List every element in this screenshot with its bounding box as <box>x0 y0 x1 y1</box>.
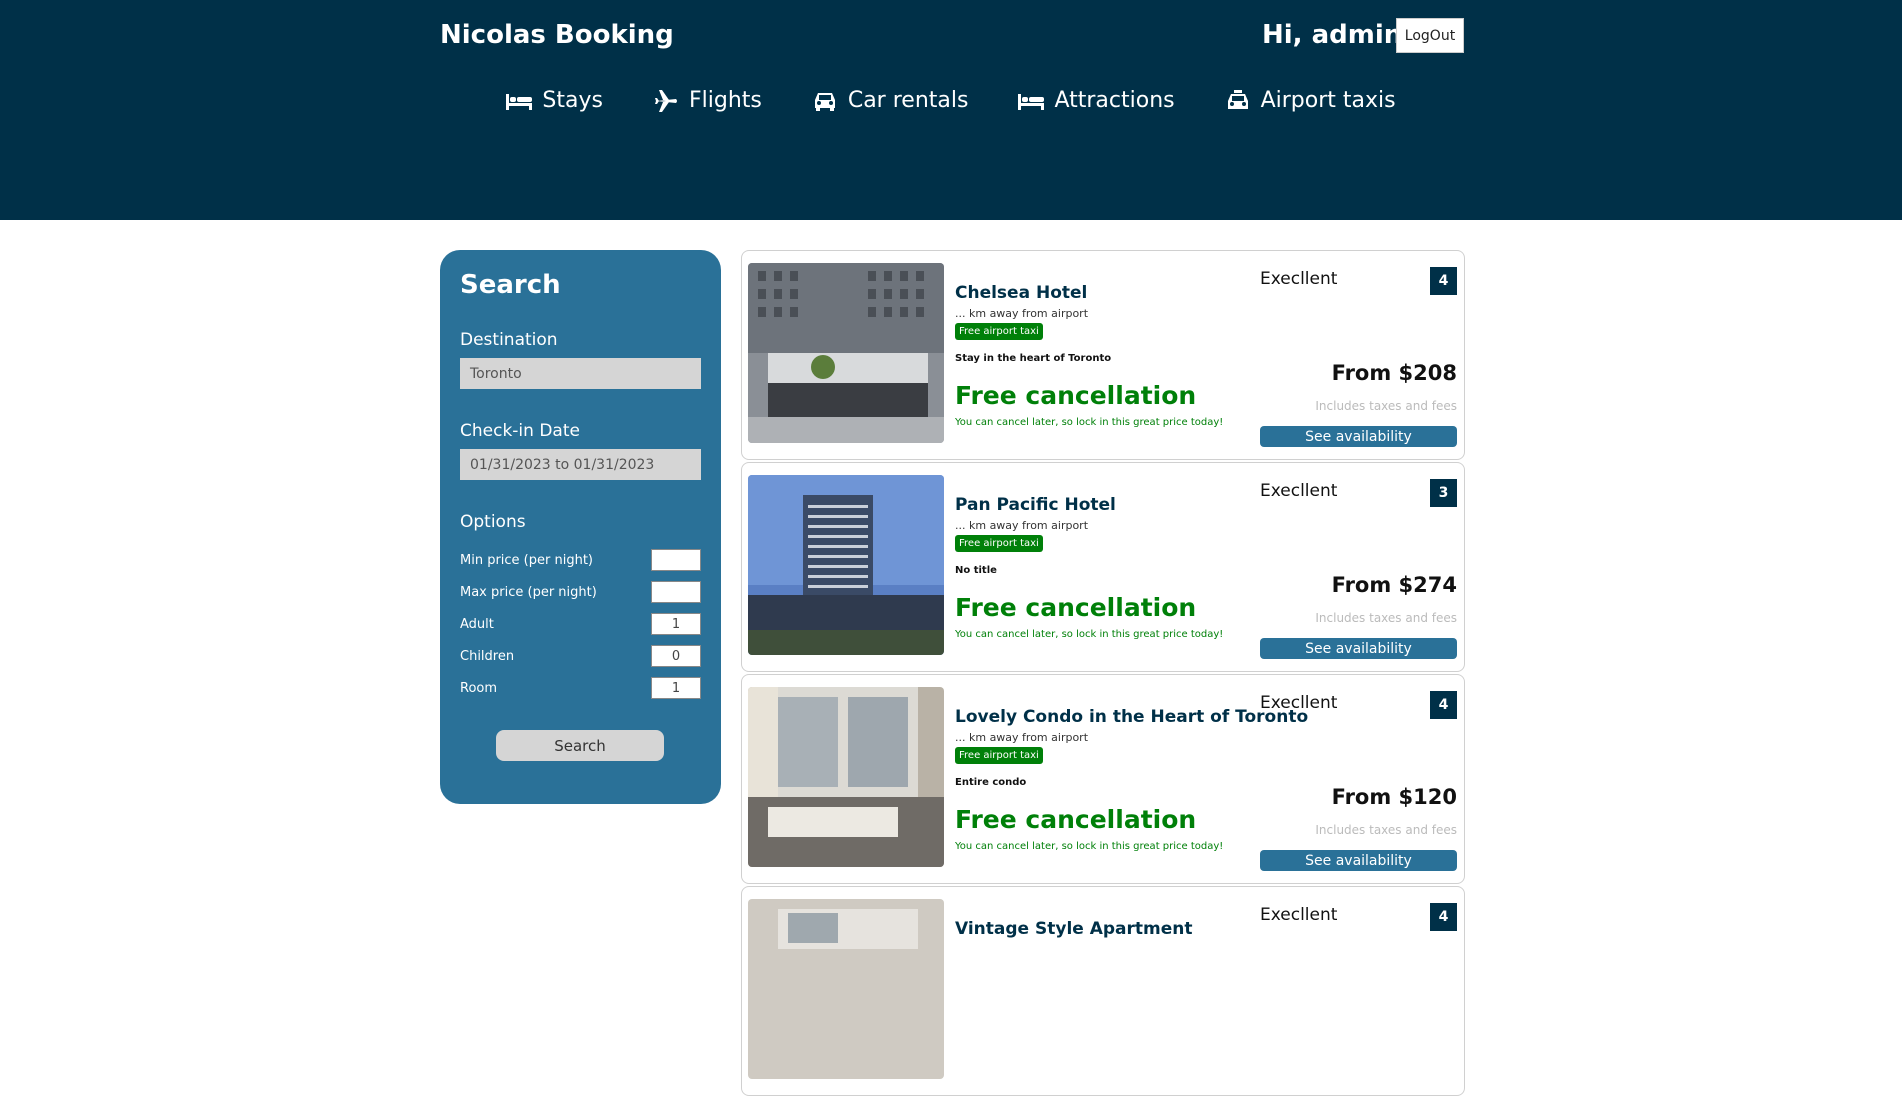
option-children: Children 0 <box>460 645 701 667</box>
hotel-image[interactable] <box>748 899 944 1079</box>
nav-label: Attractions <box>1054 88 1175 113</box>
taxi-badge: Free airport taxi <box>955 535 1043 552</box>
tax-note: Includes taxes and fees <box>1315 823 1457 837</box>
bed-icon <box>506 90 533 112</box>
rating-text: Execllent <box>1260 481 1338 501</box>
hotel-card: Vintage Style Apartment Execllent 4 <box>741 886 1465 1096</box>
option-label: Min price (per night) <box>460 552 593 568</box>
main-nav: Stays Flights Car rentals Attractions Ai… <box>0 88 1902 113</box>
rating-text: Execllent <box>1260 693 1338 713</box>
brand-logo[interactable]: Nicolas Booking <box>440 20 674 50</box>
rating-score: 4 <box>1430 267 1457 295</box>
user-greeting: Hi, admin <box>1262 20 1403 50</box>
hotel-image[interactable] <box>748 687 944 867</box>
nav-car-rentals[interactable]: Car rentals <box>812 88 969 113</box>
option-label: Max price (per night) <box>460 584 597 600</box>
hotel-price: From $208 <box>1331 361 1457 385</box>
hotel-distance: ... km away from airport <box>955 307 1089 320</box>
bed-icon <box>1018 90 1045 112</box>
rating-text: Execllent <box>1260 905 1338 925</box>
option-room: Room 1 <box>460 677 701 699</box>
option-min-price: Min price (per night) <box>460 549 701 571</box>
nav-label: Stays <box>542 88 603 113</box>
option-label: Children <box>460 648 515 664</box>
nav-flights[interactable]: Flights <box>653 88 762 113</box>
taxi-badge: Free airport taxi <box>955 747 1043 764</box>
nav-attractions[interactable]: Attractions <box>1018 88 1175 113</box>
tax-note: Includes taxes and fees <box>1315 611 1457 625</box>
nav-label: Car rentals <box>847 88 969 113</box>
taxi-badge: Free airport taxi <box>955 323 1043 340</box>
adult-input[interactable]: 1 <box>651 613 701 635</box>
nav-label: Flights <box>688 88 762 113</box>
hotel-name[interactable]: Pan Pacific Hotel <box>955 495 1116 515</box>
free-cancellation: Free cancellation <box>955 593 1197 622</box>
see-availability-button[interactable]: See availability <box>1260 426 1457 447</box>
hotel-card: Lovely Condo in the Heart of Toronto ...… <box>741 674 1465 884</box>
option-label: Room <box>460 680 498 696</box>
tax-note: Includes taxes and fees <box>1315 399 1457 413</box>
cancellation-note: You can cancel later, so lock in this gr… <box>955 841 1224 852</box>
nav-label: Airport taxis <box>1260 88 1396 113</box>
hotel-image[interactable] <box>748 475 944 655</box>
nav-stays[interactable]: Stays <box>506 88 603 113</box>
children-input[interactable]: 0 <box>651 645 701 667</box>
hotel-subtitle: Stay in the heart of Toronto <box>955 353 1112 364</box>
destination-input[interactable]: Toronto <box>460 358 701 389</box>
checkin-date-input[interactable]: 01/31/2023 to 01/31/2023 <box>460 449 701 480</box>
rating-score: 4 <box>1430 691 1457 719</box>
rating-text: Execllent <box>1260 269 1338 289</box>
option-adult: Adult 1 <box>460 613 701 635</box>
hotel-image[interactable] <box>748 263 944 443</box>
nav-airport-taxis[interactable]: Airport taxis <box>1225 88 1396 113</box>
room-input[interactable]: 1 <box>651 677 701 699</box>
hotel-name[interactable]: Chelsea Hotel <box>955 283 1087 303</box>
taxi-icon <box>1225 89 1251 112</box>
hotel-name[interactable]: Lovely Condo in the Heart of Toronto <box>955 707 1308 727</box>
hotel-card: Pan Pacific Hotel ... km away from airpo… <box>741 462 1465 672</box>
see-availability-button[interactable]: See availability <box>1260 850 1457 871</box>
search-button[interactable]: Search <box>496 730 664 761</box>
option-label: Adult <box>460 616 494 632</box>
search-panel: Search Destination Toronto Check-in Date… <box>440 250 721 804</box>
destination-label: Destination <box>460 330 558 350</box>
free-cancellation: Free cancellation <box>955 381 1197 410</box>
rating-score: 3 <box>1430 479 1457 507</box>
hotel-card: Chelsea Hotel ... km away from airport F… <box>741 250 1465 460</box>
max-price-input[interactable] <box>651 581 701 603</box>
car-icon <box>812 90 838 112</box>
min-price-input[interactable] <box>651 549 701 571</box>
options-label: Options <box>460 512 526 532</box>
top-header: Nicolas Booking Hi, admin LogOut Stays F… <box>0 0 1902 220</box>
logout-button[interactable]: LogOut <box>1396 18 1464 53</box>
cancellation-note: You can cancel later, so lock in this gr… <box>955 629 1224 640</box>
see-availability-button[interactable]: See availability <box>1260 638 1457 659</box>
hotel-price: From $274 <box>1331 573 1457 597</box>
hotel-subtitle: No title <box>955 565 997 576</box>
rating-score: 4 <box>1430 903 1457 931</box>
hotel-distance: ... km away from airport <box>955 731 1089 744</box>
plane-icon <box>653 89 679 112</box>
search-title: Search <box>460 270 561 300</box>
hotel-name[interactable]: Vintage Style Apartment <box>955 919 1193 939</box>
cancellation-note: You can cancel later, so lock in this gr… <box>955 417 1224 428</box>
option-max-price: Max price (per night) <box>460 581 701 603</box>
free-cancellation: Free cancellation <box>955 805 1197 834</box>
checkin-date-label: Check-in Date <box>460 421 580 441</box>
hotel-subtitle: Entire condo <box>955 777 1027 788</box>
hotel-price: From $120 <box>1331 785 1457 809</box>
hotel-distance: ... km away from airport <box>955 519 1089 532</box>
